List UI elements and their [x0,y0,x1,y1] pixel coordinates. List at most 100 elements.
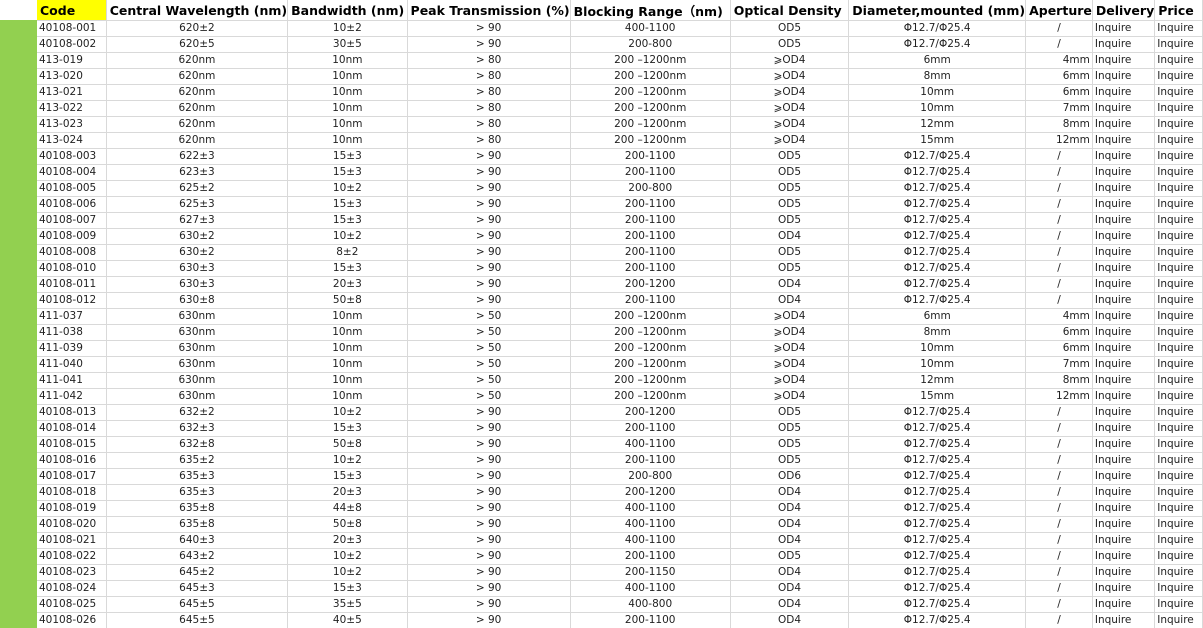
cell-price[interactable]: Inquire [1154,52,1203,69]
cell-diameter[interactable]: Φ12.7/Φ25.4 [848,148,1027,165]
cell-price[interactable]: Inquire [1154,324,1203,341]
cell-price[interactable]: Inquire [1154,452,1203,469]
cell-price[interactable]: Inquire [1154,116,1203,133]
cell-diameter[interactable]: Φ12.7/Φ25.4 [848,260,1027,277]
cell-bandwidth[interactable]: 10±2 [287,404,408,421]
cell-aperture[interactable]: / [1025,212,1093,229]
cell-blocking-range[interactable]: 200 –1200nm [570,132,731,149]
cell-aperture[interactable]: 7mm [1025,100,1093,117]
cell-central-wavelength[interactable]: 635±8 [106,500,289,517]
cell-central-wavelength[interactable]: 620nm [106,84,289,101]
cell-diameter[interactable]: 6mm [848,308,1027,325]
cell-peak-transmission[interactable]: > 80 [407,116,571,133]
cell-blocking-range[interactable]: 400-800 [570,596,731,613]
cell-optical-density[interactable]: OD4 [730,292,850,309]
cell-delivery[interactable]: Inquire [1092,372,1156,389]
cell-aperture[interactable]: / [1025,260,1093,277]
cell-bandwidth[interactable]: 10nm [287,52,408,69]
cell-peak-transmission[interactable]: > 90 [407,292,571,309]
cell-diameter[interactable]: 8mm [848,324,1027,341]
cell-code[interactable]: 411-042 [37,388,107,405]
cell-price[interactable]: Inquire [1154,500,1203,517]
cell-code[interactable]: 40108-012 [37,292,107,309]
cell-price[interactable]: Inquire [1154,292,1203,309]
cell-aperture[interactable]: / [1025,292,1093,309]
cell-diameter[interactable]: Φ12.7/Φ25.4 [848,436,1027,453]
cell-peak-transmission[interactable]: > 90 [407,612,571,628]
cell-bandwidth[interactable]: 35±5 [287,596,408,613]
cell-price[interactable]: Inquire [1154,484,1203,501]
cell-peak-transmission[interactable]: > 90 [407,228,571,245]
cell-central-wavelength[interactable]: 620nm [106,132,289,149]
cell-code[interactable]: 40108-009 [37,228,107,245]
cell-aperture[interactable]: / [1025,20,1093,37]
header-price[interactable]: Price [1154,0,1203,21]
cell-blocking-range[interactable]: 200-1100 [570,260,731,277]
cell-diameter[interactable]: Φ12.7/Φ25.4 [848,404,1027,421]
cell-delivery[interactable]: Inquire [1092,532,1156,549]
cell-aperture[interactable]: 6mm [1025,324,1093,341]
cell-blocking-range[interactable]: 200 –1200nm [570,356,731,373]
cell-price[interactable]: Inquire [1154,388,1203,405]
cell-central-wavelength[interactable]: 645±5 [106,612,289,628]
cell-diameter[interactable]: Φ12.7/Φ25.4 [848,292,1027,309]
cell-delivery[interactable]: Inquire [1092,228,1156,245]
cell-diameter[interactable]: Φ12.7/Φ25.4 [848,468,1027,485]
cell-delivery[interactable]: Inquire [1092,356,1156,373]
cell-blocking-range[interactable]: 200-1100 [570,548,731,565]
cell-peak-transmission[interactable]: > 90 [407,596,571,613]
cell-optical-density[interactable]: OD5 [730,548,850,565]
cell-code[interactable]: 411-039 [37,340,107,357]
cell-peak-transmission[interactable]: > 80 [407,52,571,69]
cell-diameter[interactable]: Φ12.7/Φ25.4 [848,500,1027,517]
cell-central-wavelength[interactable]: 630nm [106,340,289,357]
cell-delivery[interactable]: Inquire [1092,580,1156,597]
cell-peak-transmission[interactable]: > 80 [407,132,571,149]
cell-blocking-range[interactable]: 400-1100 [570,500,731,517]
cell-delivery[interactable]: Inquire [1092,148,1156,165]
cell-peak-transmission[interactable]: > 90 [407,164,571,181]
cell-code[interactable]: 40108-026 [37,612,107,628]
cell-bandwidth[interactable]: 10nm [287,340,408,357]
cell-blocking-range[interactable]: 400-1100 [570,532,731,549]
cell-bandwidth[interactable]: 50±8 [287,516,408,533]
cell-delivery[interactable]: Inquire [1092,196,1156,213]
cell-peak-transmission[interactable]: > 90 [407,500,571,517]
cell-code[interactable]: 40108-007 [37,212,107,229]
cell-code[interactable]: 411-037 [37,308,107,325]
cell-central-wavelength[interactable]: 635±2 [106,452,289,469]
cell-optical-density[interactable]: OD5 [730,164,850,181]
cell-price[interactable]: Inquire [1154,132,1203,149]
cell-central-wavelength[interactable]: 630nm [106,356,289,373]
cell-diameter[interactable]: Φ12.7/Φ25.4 [848,596,1027,613]
cell-price[interactable]: Inquire [1154,420,1203,437]
cell-central-wavelength[interactable]: 620±2 [106,20,289,37]
cell-peak-transmission[interactable]: > 90 [407,468,571,485]
cell-diameter[interactable]: Φ12.7/Φ25.4 [848,244,1027,261]
cell-peak-transmission[interactable]: > 90 [407,420,571,437]
cell-optical-density[interactable]: ⩾OD4 [730,68,850,85]
cell-delivery[interactable]: Inquire [1092,324,1156,341]
header-bandwidth[interactable]: Bandwidth (nm) [287,0,408,21]
cell-diameter[interactable]: Φ12.7/Φ25.4 [848,420,1027,437]
cell-optical-density[interactable]: OD5 [730,212,850,229]
cell-price[interactable]: Inquire [1154,404,1203,421]
cell-bandwidth[interactable]: 15±3 [287,148,408,165]
cell-bandwidth[interactable]: 44±8 [287,500,408,517]
cell-price[interactable]: Inquire [1154,308,1203,325]
cell-central-wavelength[interactable]: 627±3 [106,212,289,229]
cell-blocking-range[interactable]: 200-1100 [570,452,731,469]
cell-central-wavelength[interactable]: 620nm [106,116,289,133]
cell-diameter[interactable]: Φ12.7/Φ25.4 [848,484,1027,501]
cell-bandwidth[interactable]: 10nm [287,356,408,373]
cell-diameter[interactable]: 10mm [848,340,1027,357]
cell-delivery[interactable]: Inquire [1092,84,1156,101]
cell-peak-transmission[interactable]: > 50 [407,340,571,357]
cell-central-wavelength[interactable]: 635±3 [106,468,289,485]
cell-central-wavelength[interactable]: 623±3 [106,164,289,181]
cell-delivery[interactable]: Inquire [1092,100,1156,117]
cell-delivery[interactable]: Inquire [1092,212,1156,229]
cell-price[interactable]: Inquire [1154,20,1203,37]
cell-delivery[interactable]: Inquire [1092,164,1156,181]
cell-diameter[interactable]: 8mm [848,68,1027,85]
